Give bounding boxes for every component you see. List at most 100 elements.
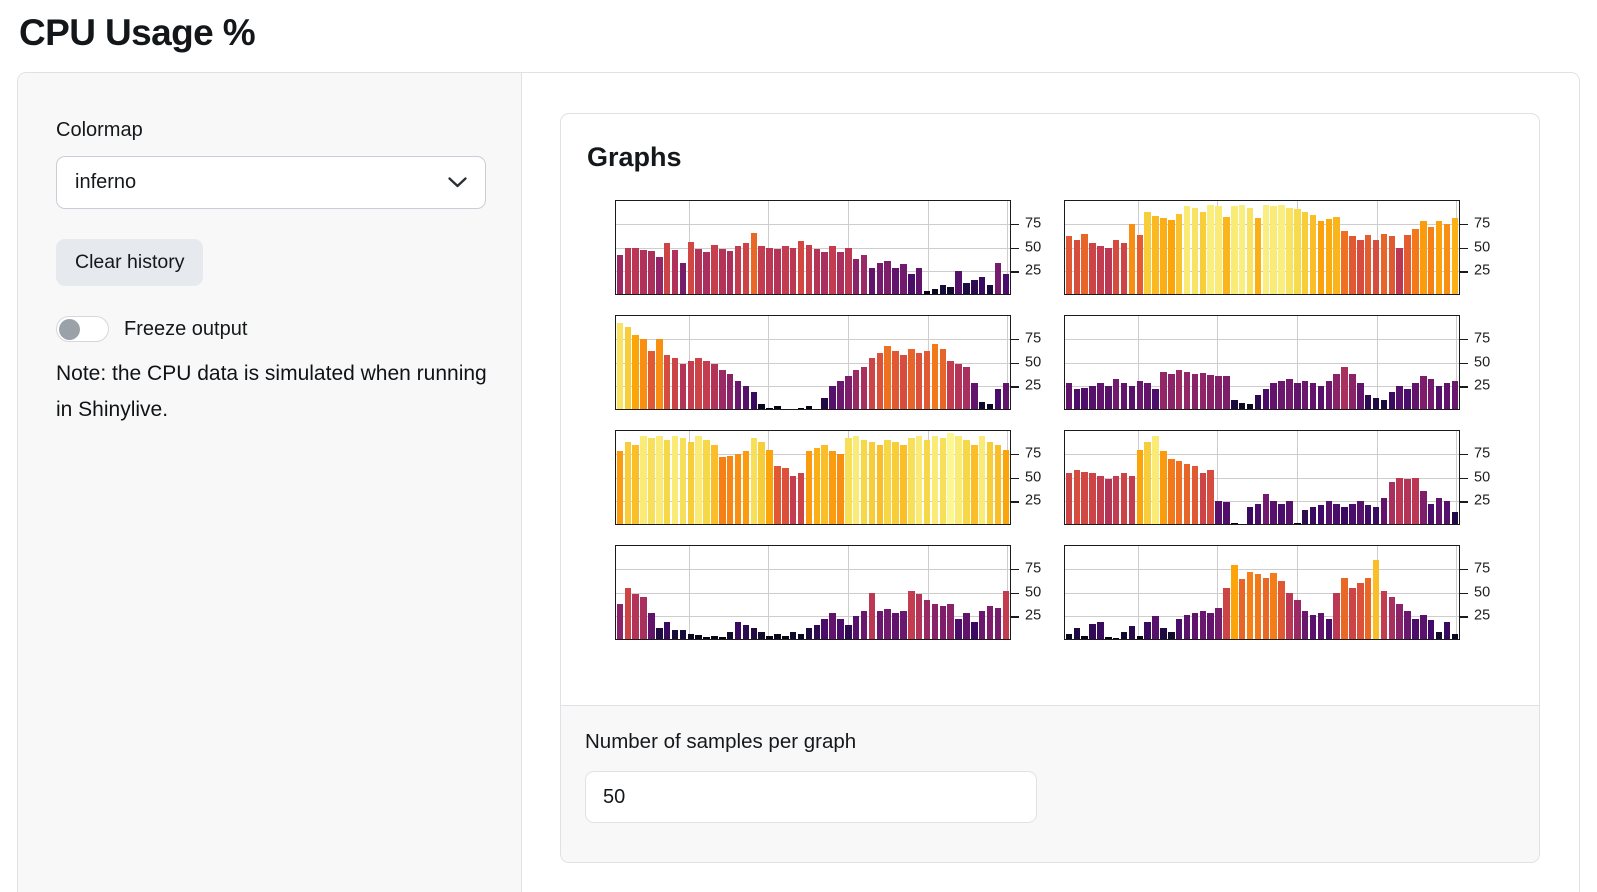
bar	[940, 349, 947, 409]
bar	[1129, 476, 1136, 524]
bar	[774, 466, 781, 524]
bar	[1420, 491, 1427, 524]
sidebar: Colormap inferno Clear history Freeze ou…	[18, 73, 522, 892]
y-tick-label: 75	[1474, 561, 1490, 576]
bar	[1428, 379, 1435, 409]
colormap-selected-value: inferno	[75, 171, 136, 194]
bar	[1168, 632, 1175, 639]
cpu-graph-7-bars	[616, 546, 1010, 639]
bar	[1113, 240, 1120, 294]
cpu-graph-4-bars	[1065, 316, 1459, 409]
bar	[743, 625, 750, 639]
bar	[1255, 218, 1262, 294]
bar	[1381, 591, 1388, 639]
bar	[1326, 381, 1333, 409]
bar	[1074, 240, 1081, 294]
bar	[1113, 638, 1120, 639]
bar	[1097, 246, 1104, 294]
bar	[751, 438, 758, 524]
bar	[947, 433, 954, 524]
freeze-label: Freeze output	[124, 318, 247, 341]
bar	[1263, 494, 1270, 524]
bar	[1192, 613, 1199, 639]
cpu-graph-5-plot	[615, 430, 1011, 525]
bar	[1444, 224, 1451, 294]
bar	[1302, 212, 1309, 294]
bar	[932, 436, 939, 524]
y-tick-label: 50	[1474, 240, 1490, 255]
bar	[1373, 240, 1380, 294]
bar	[1412, 229, 1419, 294]
cpu-graph-3-bars	[616, 316, 1010, 409]
bar	[1278, 205, 1285, 294]
bar	[829, 246, 836, 294]
bar	[1247, 572, 1254, 639]
bar	[672, 436, 679, 524]
bar	[1247, 208, 1254, 294]
bar	[1412, 619, 1419, 639]
bar	[1066, 473, 1073, 524]
bar	[680, 364, 687, 409]
bar	[735, 246, 742, 294]
bar	[617, 323, 624, 409]
bar	[1310, 383, 1317, 409]
bar	[680, 438, 687, 524]
bar	[892, 442, 899, 524]
graphs-card-body: Graphs 255075255075255075255075255075255…	[561, 114, 1539, 705]
bar	[814, 249, 821, 294]
bar	[727, 251, 734, 294]
bar	[1144, 383, 1151, 409]
y-tick-label: 50	[1025, 355, 1041, 370]
cpu-graph-1-yaxis: 255075	[1011, 200, 1064, 295]
bar	[1192, 374, 1199, 409]
bar	[1404, 479, 1411, 524]
y-tick-mark	[1011, 478, 1019, 480]
bar	[727, 456, 734, 524]
bar	[892, 613, 899, 639]
bar	[1160, 451, 1167, 524]
bar	[987, 606, 994, 639]
app-layout: Colormap inferno Clear history Freeze ou…	[17, 72, 1580, 892]
bar	[1357, 583, 1364, 639]
cpu-graph-6-yaxis: 255075	[1460, 430, 1513, 525]
clear-history-button[interactable]: Clear history	[56, 239, 203, 286]
cpu-graph-7-yaxis: 255075	[1011, 545, 1064, 640]
bar	[1428, 504, 1435, 524]
note-text: Note: the CPU data is simulated when run…	[56, 356, 488, 428]
bar	[1207, 470, 1214, 524]
bar	[877, 353, 884, 409]
bar	[932, 289, 939, 294]
bar	[711, 636, 718, 639]
bar	[814, 625, 821, 639]
bar	[1137, 450, 1144, 524]
colormap-select[interactable]: inferno	[56, 156, 486, 209]
bar	[1404, 389, 1411, 409]
bar	[617, 451, 624, 524]
bar	[735, 454, 742, 524]
bar	[1373, 560, 1380, 639]
bar	[884, 609, 891, 639]
bar	[640, 339, 647, 409]
bar	[892, 268, 899, 294]
bar	[1152, 616, 1159, 639]
cpu-graph-1: 255075	[615, 200, 1064, 295]
y-tick-label: 25	[1474, 609, 1490, 624]
bar	[1105, 386, 1112, 409]
bar	[1129, 224, 1136, 294]
bar	[1349, 236, 1356, 294]
bar	[751, 392, 758, 409]
bar	[648, 251, 655, 294]
y-tick-label: 75	[1025, 331, 1041, 346]
bar	[995, 263, 1002, 294]
bar	[869, 442, 876, 524]
bar	[1341, 507, 1348, 524]
bar	[924, 440, 931, 524]
bar	[719, 637, 726, 639]
bar	[758, 404, 765, 409]
bar	[1200, 373, 1207, 409]
freeze-toggle[interactable]	[56, 316, 109, 342]
samples-input[interactable]	[585, 771, 1037, 823]
bar	[1247, 404, 1254, 409]
y-tick-mark	[1011, 386, 1019, 388]
y-tick-label: 50	[1474, 470, 1490, 485]
